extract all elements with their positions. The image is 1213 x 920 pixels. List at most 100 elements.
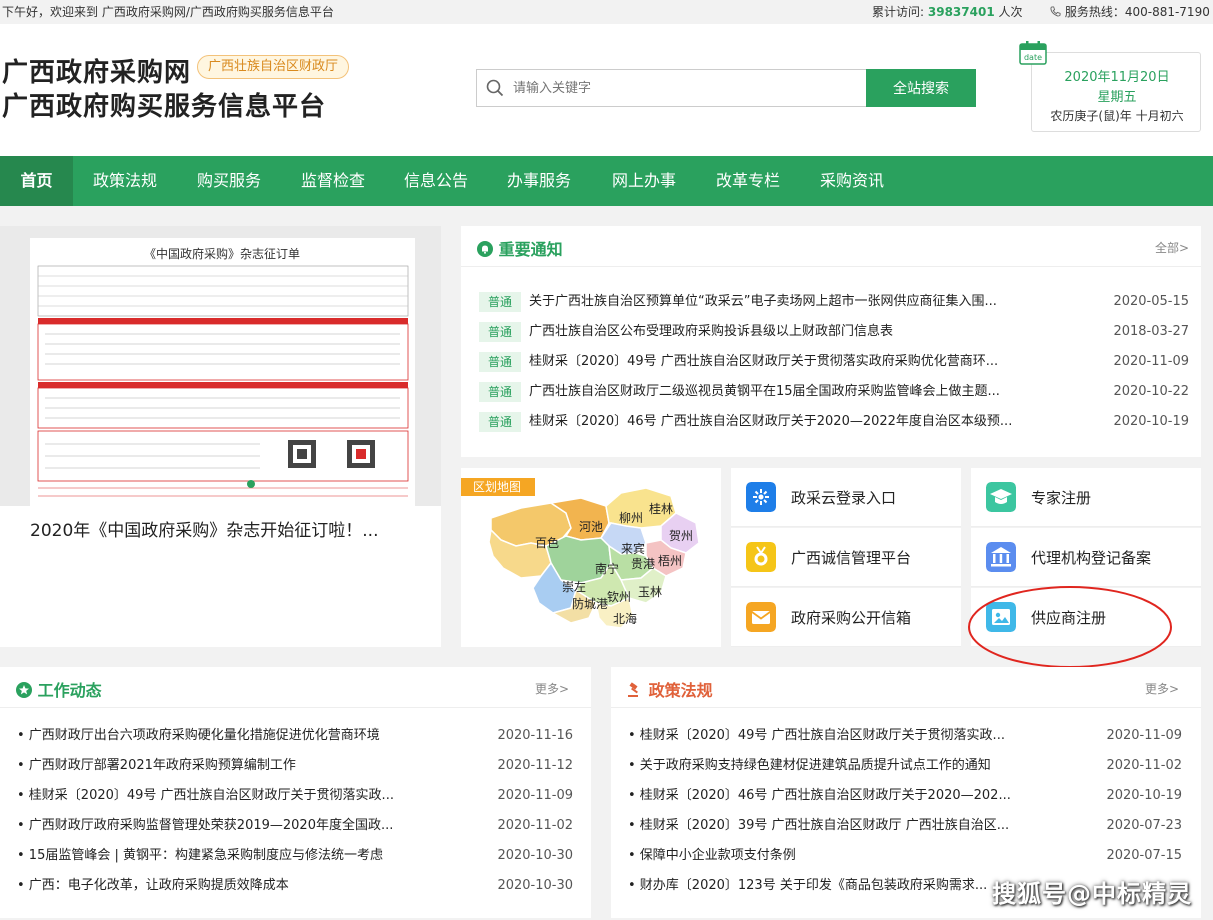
nav-item-policy[interactable]: 政策法规 [80, 156, 170, 206]
notice-item[interactable]: 普通 关于广西壮族自治区预算单位“政采云”电子卖场网上超市一张网供应商征集入围..… [479, 292, 1189, 312]
slider-dot-active[interactable] [247, 480, 255, 488]
lunar-date: 农历庚子(鼠)年 十月初六 [1050, 109, 1184, 123]
map-city-chongzuo[interactable]: 崇左 [562, 578, 586, 595]
map-city-wuzhou[interactable]: 梧州 [658, 552, 682, 569]
hotline: 服务热线：400-881-7190 [1050, 0, 1210, 24]
notice-text[interactable]: 桂财采〔2020〕49号 广西壮族自治区财政厅关于贯彻落实政府采购优化营商环..… [529, 352, 1039, 372]
hotline-text: 服务热线：400-881-7190 [1064, 5, 1210, 19]
policy-item[interactable]: • 桂财采〔2020〕39号 广西壮族自治区财政厅 广西壮族自治区... 2020… [628, 816, 1182, 836]
site-search-button[interactable]: 全站搜索 [866, 69, 976, 107]
policy-item[interactable]: • 保障中小企业款项支付条例 2020-07-15 [628, 846, 1182, 866]
map-city-hezhou[interactable]: 贺州 [669, 527, 693, 544]
notice-tag: 普通 [479, 412, 521, 432]
slider-image[interactable]: 《中国政府采购》杂志征订单 [0, 226, 441, 506]
news-text[interactable]: • 15届监管峰会 | 黄钢平：构建紧急采购制度应与修法统一考虑 [17, 846, 417, 866]
quick-link-label: 政采云登录入口 [791, 489, 897, 507]
notice-date: 2018-03-27 [1113, 324, 1189, 339]
policy-text[interactable]: • 保障中小企业款项支付条例 [628, 846, 1023, 866]
notice-text[interactable]: 桂财采〔2020〕46号 广西壮族自治区财政厅关于2020—2022年度自治区本… [529, 412, 1039, 432]
news-item[interactable]: • 广西财政厅部署2021年政府采购预算编制工作 2020-11-12 [17, 756, 573, 776]
notice-item[interactable]: 普通 桂财采〔2020〕49号 广西壮族自治区财政厅关于贯彻落实政府采购优化营商环… [479, 352, 1189, 372]
policy-item[interactable]: • 桂财采〔2020〕46号 广西壮族自治区财政厅关于2020—202... 20… [628, 786, 1182, 806]
calendar-icon: date [1019, 41, 1047, 65]
site-logo-title[interactable]: 广西政府采购网 [2, 52, 191, 89]
map-city-liuzhou[interactable]: 柳州 [619, 509, 643, 526]
search-input[interactable] [513, 78, 853, 98]
quick-link-credit-platform[interactable]: 广西诚信管理平台 [731, 528, 961, 587]
site-logo-subtitle[interactable]: 广西政府购买服务信息平台 [2, 86, 326, 123]
nav-item-home[interactable]: 首页 [0, 156, 73, 206]
news-text[interactable]: • 桂财采〔2020〕49号 广西壮族自治区财政厅关于贯彻落实政... [17, 786, 417, 806]
notice-tag: 普通 [479, 322, 521, 342]
quick-link-public-mailbox[interactable]: 政府采购公开信箱 [731, 588, 961, 647]
quick-link-label: 代理机构登记备案 [1031, 549, 1152, 567]
map-city-guigang[interactable]: 贵港 [631, 555, 655, 572]
nav-item-news[interactable]: 采购资讯 [807, 156, 897, 206]
policy-title-text: 政策法规 [648, 681, 713, 700]
news-text[interactable]: • 广西财政厅政府采购监督管理处荣获2019—2020年度全国政... [17, 816, 417, 836]
quick-link-label: 专家注册 [1031, 489, 1092, 507]
nav-item-services[interactable]: 办事服务 [494, 156, 584, 206]
notice-item[interactable]: 普通 广西壮族自治区公布受理政府采购投诉县级以上财政部门信息表 2018-03-27 [479, 322, 1189, 342]
quick-link-expert-register[interactable]: 专家注册 [971, 468, 1201, 527]
work-news-more-link[interactable]: 更多> [535, 680, 569, 697]
policy-item[interactable]: • 关于政府采购支持绿色建材促进建筑品质提升试点工作的通知 2020-11-02 [628, 756, 1182, 776]
news-text[interactable]: • 广西财政厅出台六项政府采购硬化量化措施促进优化营商环境 [17, 726, 417, 746]
notice-more-link[interactable]: 全部> [1155, 239, 1189, 256]
policy-title: 政策法规 [627, 677, 713, 701]
work-news-title: 工作动态 [16, 677, 102, 701]
notice-text[interactable]: 关于广西壮族自治区预算单位“政采云”电子卖场网上超市一张网供应商征集入围... [529, 292, 1039, 312]
news-item[interactable]: • 桂财采〔2020〕49号 广西壮族自治区财政厅关于贯彻落实政... 2020-… [17, 786, 573, 806]
cloud-login-icon [746, 482, 776, 512]
news-text[interactable]: • 广西：电子化改革，让政府采购提质效降成本 [17, 876, 417, 896]
image-slider[interactable]: 《中国政府采购》杂志征订单 2020年《中国政府采购》杂志开始征订啦！... [0, 226, 441, 647]
site-search: 全站搜索 [476, 69, 976, 107]
slider-caption[interactable]: 2020年《中国政府采购》杂志开始征订啦！... [30, 516, 378, 541]
search-icon [486, 79, 504, 97]
main-nav: 首页 政策法规 购买服务 监督检查 信息公告 办事服务 网上办事 改革专栏 采购… [0, 156, 1213, 206]
map-city-hechi[interactable]: 河池 [579, 518, 603, 535]
map-city-nanning[interactable]: 南宁 [595, 560, 619, 577]
map-city-guilin[interactable]: 桂林 [649, 500, 673, 517]
notice-text[interactable]: 广西壮族自治区财政厅二级巡视员黄钢平在15届全国政府采购监管峰会上做主题... [529, 382, 1039, 402]
nav-item-online[interactable]: 网上办事 [599, 156, 689, 206]
current-weekday: 星期五 [1097, 90, 1137, 105]
region-map-card[interactable]: 区划地图 桂林 河池 柳州 贺州 百色 来宾 梧州 南宁 贵港 崇左 玉林 钦州… [461, 468, 721, 647]
notice-item[interactable]: 普通 桂财采〔2020〕46号 广西壮族自治区财政厅关于2020—2022年度自治… [479, 412, 1189, 432]
notice-date: 2020-10-22 [1113, 384, 1189, 399]
map-city-fangchenggang[interactable]: 防城港 [572, 595, 608, 612]
map-city-qinzhou[interactable]: 钦州 [607, 588, 631, 605]
news-item[interactable]: • 广西：电子化改革，让政府采购提质效降成本 2020-10-30 [17, 876, 573, 896]
policy-text[interactable]: • 财办库〔2020〕123号 关于印发《商品包装政府采购需求... [628, 876, 998, 896]
news-text[interactable]: • 广西财政厅部署2021年政府采购预算编制工作 [17, 756, 417, 776]
policy-text[interactable]: • 桂财采〔2020〕49号 广西壮族自治区财政厅关于贯彻落实政... [628, 726, 1023, 746]
map-city-beihai[interactable]: 北海 [613, 610, 637, 627]
news-item[interactable]: • 广西财政厅出台六项政府采购硬化量化措施促进优化营商环境 2020-11-16 [17, 726, 573, 746]
policy-more-link[interactable]: 更多> [1145, 680, 1179, 697]
policy-text[interactable]: • 桂财采〔2020〕46号 广西壮族自治区财政厅关于2020—202... [628, 786, 1023, 806]
map-city-baise[interactable]: 百色 [535, 534, 559, 551]
policy-date: 2020-10-19 [1106, 788, 1182, 803]
news-item[interactable]: • 15届监管峰会 | 黄钢平：构建紧急采购制度应与修法统一考虑 2020-10-… [17, 846, 573, 866]
date-widget: date 2020年11月20日 星期五 农历庚子(鼠)年 十月初六 [1019, 41, 1201, 132]
notice-item[interactable]: 普通 广西壮族自治区财政厅二级巡视员黄钢平在15届全国政府采购监管峰会上做主题..… [479, 382, 1189, 402]
quick-link-agency-filing[interactable]: 代理机构登记备案 [971, 528, 1201, 587]
policy-text[interactable]: • 桂财采〔2020〕39号 广西壮族自治区财政厅 广西壮族自治区... [628, 816, 1023, 836]
policy-date: 2020-07-23 [1106, 818, 1182, 833]
quick-link-label: 广西诚信管理平台 [791, 549, 912, 567]
nav-item-purchase-service[interactable]: 购买服务 [184, 156, 274, 206]
news-item[interactable]: • 广西财政厅政府采购监督管理处荣获2019—2020年度全国政... 2020-… [17, 816, 573, 836]
star-icon [16, 682, 32, 698]
subscription-form-image: 《中国政府采购》杂志征订单 [0, 226, 441, 506]
policy-text[interactable]: • 关于政府采购支持绿色建材促进建筑品质提升试点工作的通知 [628, 756, 1023, 776]
quick-link-zcy-login[interactable]: 政采云登录入口 [731, 468, 961, 527]
work-news-panel: 工作动态 更多> • 广西财政厅出台六项政府采购硬化量化措施促进优化营商环境 20… [0, 667, 591, 918]
notice-text[interactable]: 广西壮族自治区公布受理政府采购投诉县级以上财政部门信息表 [529, 322, 1039, 342]
nav-item-announcements[interactable]: 信息公告 [391, 156, 481, 206]
nav-item-supervision[interactable]: 监督检查 [288, 156, 378, 206]
policy-item[interactable]: • 桂财采〔2020〕49号 广西壮族自治区财政厅关于贯彻落实政... 2020-… [628, 726, 1182, 746]
map-city-yulin[interactable]: 玉林 [638, 583, 662, 600]
nav-item-reform[interactable]: 改革专栏 [703, 156, 793, 206]
policy-date: 2020-07-15 [1106, 848, 1182, 863]
top-bar: 下午好，欢迎来到 广西政府采购网/广西政府购买服务信息平台 累计访问: 3983… [0, 0, 1213, 24]
